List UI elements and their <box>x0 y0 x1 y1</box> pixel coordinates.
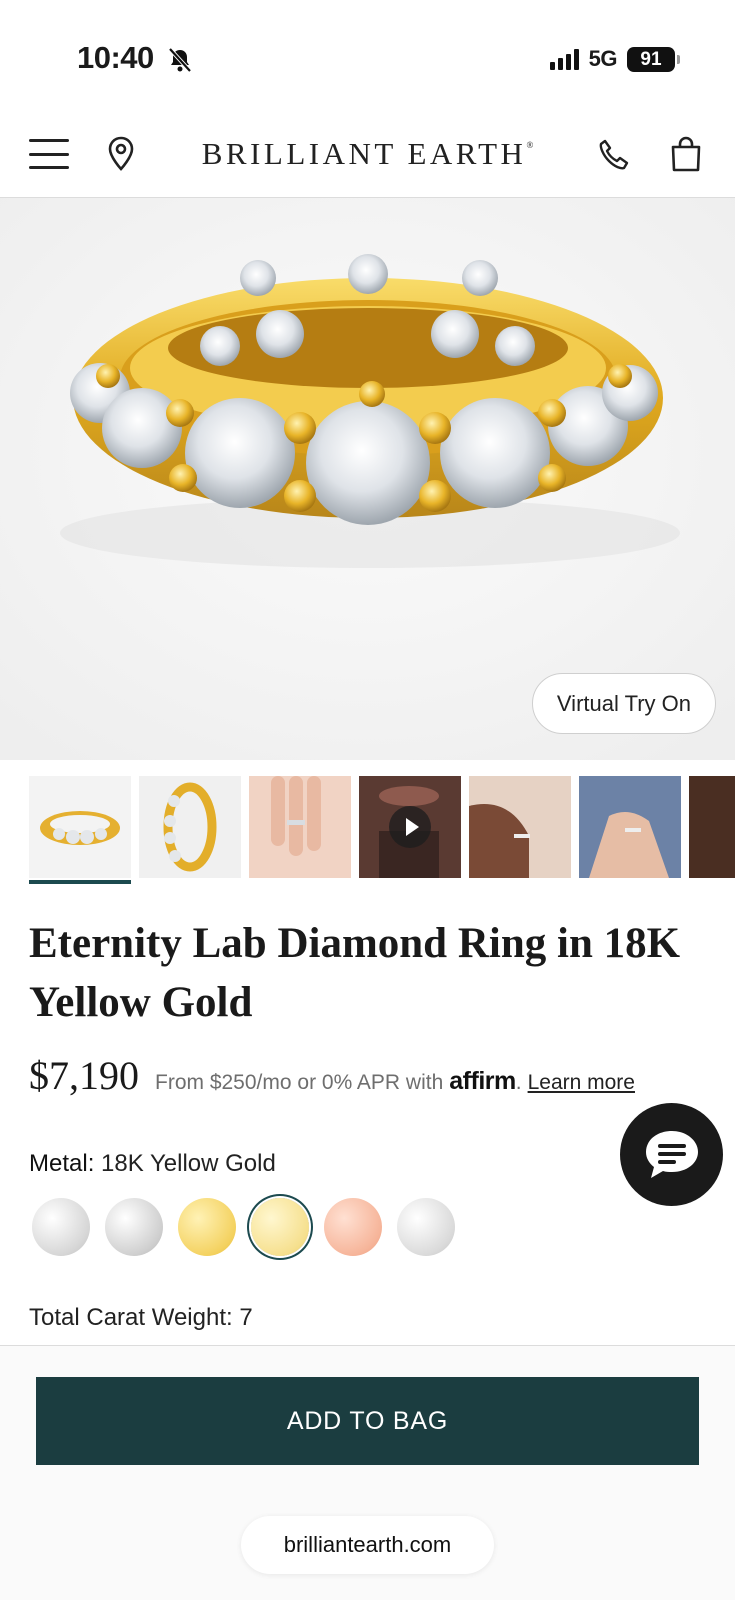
carat-label: Total Carat Weight: <box>29 1304 233 1331</box>
swatch-yellow-gold-18k[interactable] <box>251 1198 309 1256</box>
metal-swatches <box>32 1198 455 1256</box>
status-time: 10:40 <box>77 40 154 75</box>
thumbnail-model-3[interactable] <box>579 776 681 878</box>
swatch-white-gold-alt[interactable] <box>397 1198 455 1256</box>
carat-value: 7 <box>239 1304 253 1331</box>
add-to-bag-button[interactable]: ADD TO BAG <box>36 1377 699 1465</box>
product-image[interactable]: Virtual Try On <box>0 198 735 760</box>
thumbnail-ring-angled[interactable] <box>29 776 131 878</box>
virtual-try-on-button[interactable]: Virtual Try On <box>531 673 716 734</box>
carat-weight-label: Total Carat Weight: 7 <box>29 1304 253 1332</box>
play-icon[interactable] <box>389 806 431 848</box>
battery-icon: 91 <box>627 46 680 72</box>
browser-url-bar[interactable]: brilliantearth.com <box>241 1516 494 1574</box>
swatch-platinum[interactable] <box>105 1198 163 1256</box>
thumbnail-video[interactable] <box>359 776 461 878</box>
chat-button[interactable] <box>620 1103 723 1206</box>
financing-text: From $250/mo or 0% APR with <box>155 1071 444 1094</box>
thumbnail-strip[interactable] <box>29 776 735 886</box>
affirm-suffix: . <box>515 1071 522 1094</box>
price-row: $7,190 From $250/mo or 0% APR with affir… <box>29 1052 719 1099</box>
affirm-logo: affirm <box>449 1067 516 1095</box>
swatch-white-gold[interactable] <box>32 1198 90 1256</box>
signal-icon <box>549 48 579 70</box>
product-title: Eternity Lab Diamond Ring in 18K Yellow … <box>29 920 681 1026</box>
site-header: BRILLIANT EARTH® <box>0 112 735 198</box>
learn-more-link[interactable]: Learn more <box>528 1071 635 1095</box>
status-bar: 10:40 5G 91 <box>0 0 735 112</box>
metal-selector-label: Metal: 18K Yellow Gold <box>29 1150 276 1178</box>
thumbnail-selected-indicator <box>29 880 131 884</box>
swatch-rose-gold[interactable] <box>324 1198 382 1256</box>
thumbnail-model-2[interactable] <box>469 776 571 878</box>
thumbnail-hand-model[interactable] <box>249 776 351 878</box>
product-price: $7,190 <box>29 1053 139 1098</box>
divider <box>0 1345 735 1346</box>
metal-label: Metal: <box>29 1150 95 1177</box>
thumbnail-ring-side[interactable] <box>139 776 241 878</box>
brand-mark: ® <box>526 140 534 150</box>
brand-name: BRILLIANT EARTH <box>201 136 527 171</box>
metal-value: 18K Yellow Gold <box>101 1150 276 1177</box>
network-type: 5G <box>588 46 618 71</box>
bell-slash-icon <box>168 47 192 73</box>
chat-bubble-icon <box>646 1131 698 1178</box>
thumbnail-model-4[interactable] <box>689 776 735 878</box>
swatch-yellow-gold-14k[interactable] <box>178 1198 236 1256</box>
phone-icon[interactable] <box>596 138 630 172</box>
shopping-bag-icon[interactable] <box>670 136 702 172</box>
